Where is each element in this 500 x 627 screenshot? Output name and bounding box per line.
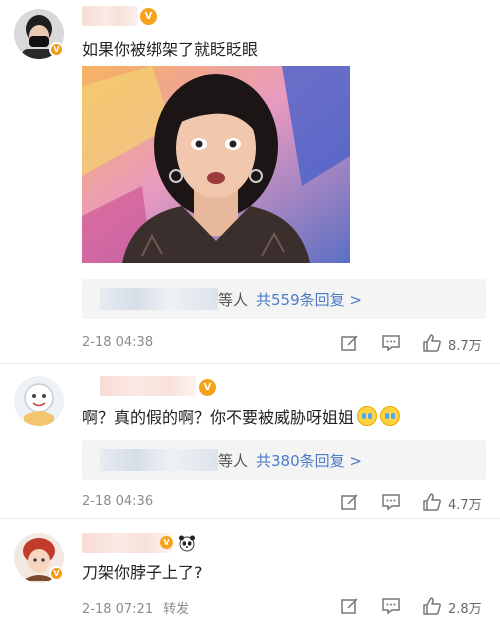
username-blurred[interactable] — [82, 533, 172, 553]
reply-users-blurred — [100, 449, 218, 471]
view-replies-link[interactable]: 共559条回复 > — [256, 291, 362, 309]
verified-badge-icon: V — [49, 566, 64, 581]
like-count: 4.7万 — [448, 498, 482, 513]
thumbs-up-icon[interactable] — [422, 596, 442, 616]
thumbs-up-icon[interactable] — [422, 492, 442, 512]
edit-icon[interactable] — [340, 492, 360, 512]
vip-badge-icon: V — [199, 379, 216, 396]
comment-2: V 啊？真的假的啊？你不要被威胁呀姐姐 等人 共380条回复 > 2-18 04:… — [0, 364, 500, 514]
vip-badge-icon: V — [140, 8, 157, 25]
comment-icon[interactable] — [381, 333, 401, 353]
verified-badge-icon: V — [49, 42, 64, 57]
thumbs-up-icon[interactable] — [422, 333, 442, 353]
comment-3: V V 刀架你脖子上了? 2-18 07:21 转发 2.8万 — [0, 519, 500, 627]
comment-text: 刀架你脖子上了? — [82, 563, 203, 582]
reply-suffix: 等人 共559条回复 > — [218, 289, 362, 310]
like-count: 8.7万 — [448, 339, 482, 354]
timestamp: 2-18 04:36 — [82, 494, 154, 509]
username-blurred[interactable] — [100, 376, 196, 396]
comment-text: 如果你被绑架了就眨眨眼 — [82, 40, 259, 59]
comment-1: V V 如果你被绑架了就眨眨眼 等人 共559条回复 > 2-18 04:38 … — [0, 0, 500, 360]
like-count: 2.8万 — [448, 602, 482, 617]
timestamp: 2-18 04:38 — [82, 335, 154, 350]
comment-text-content: 啊？真的假的啊？你不要被威胁呀姐姐 — [82, 408, 355, 427]
view-replies-link[interactable]: 共380条回复 > — [256, 452, 362, 470]
edit-icon[interactable] — [340, 596, 360, 616]
comment-icon[interactable] — [381, 596, 401, 616]
reply-by-label: 等人 — [218, 291, 249, 309]
reply-users-blurred — [100, 288, 218, 310]
timestamp: 2-18 07:21 — [82, 602, 154, 617]
comment-time: 2-18 04:36 — [82, 494, 153, 509]
comment-text: 啊？真的假的啊？你不要被威胁呀姐姐 — [82, 404, 401, 428]
comment-time: 2-18 04:38 — [82, 335, 153, 350]
crying-emoji-icon — [380, 406, 401, 426]
reply-summary[interactable]: 等人 共380条回复 > — [82, 440, 486, 480]
reply-summary[interactable]: 等人 共559条回复 > — [82, 279, 486, 319]
username-blurred[interactable] — [82, 6, 138, 26]
comment-icon[interactable] — [381, 492, 401, 512]
vip-badge-icon: V — [160, 536, 173, 549]
crying-emoji-icon — [357, 406, 378, 426]
comment-time: 2-18 07:21 转发 — [82, 598, 189, 617]
avatar[interactable] — [14, 376, 64, 426]
forward-link[interactable]: 转发 — [163, 602, 189, 617]
reply-suffix: 等人 共380条回复 > — [218, 450, 362, 471]
meme-image[interactable] — [82, 66, 350, 263]
reply-by-label: 等人 — [218, 452, 249, 470]
panda-icon — [179, 535, 195, 552]
edit-icon[interactable] — [340, 333, 360, 353]
